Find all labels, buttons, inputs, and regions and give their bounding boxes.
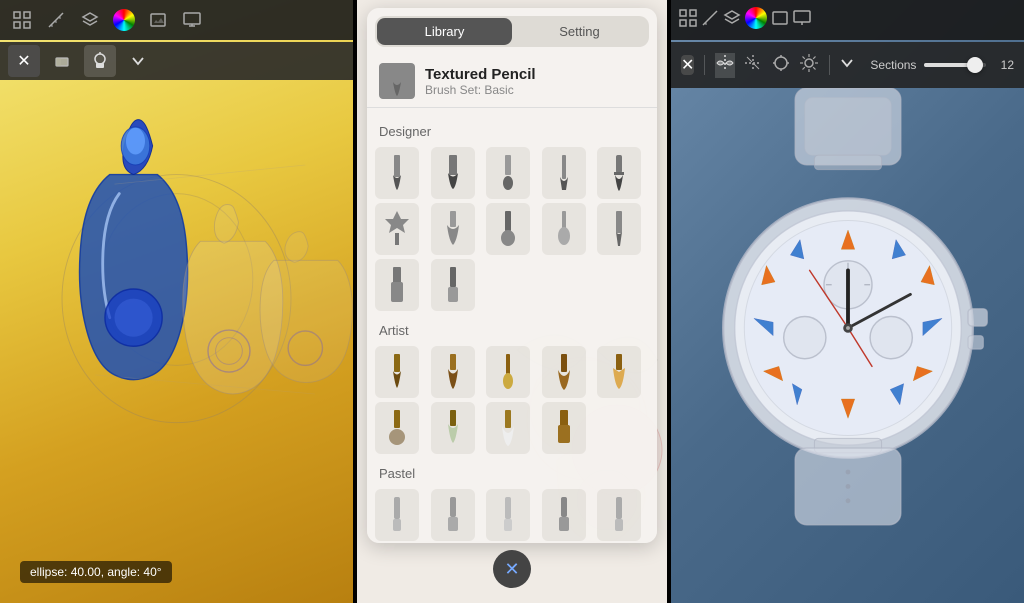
list-item[interactable]: [486, 346, 530, 398]
watch-illustration: [698, 88, 998, 568]
close-icon: ✕: [504, 559, 519, 580]
right-dropdown-icon[interactable]: [840, 56, 854, 75]
screen-icon[interactable]: [178, 6, 206, 34]
brush-list: Designer: [367, 108, 657, 543]
brush-panel: Library Setting Textured Pencil Brush Se…: [367, 8, 657, 543]
sections-label: Sections: [870, 58, 916, 72]
brush-preview: [379, 63, 415, 99]
list-item[interactable]: [542, 489, 586, 541]
left-panel: ✕ ellipse: 40.00, angle: 40°: [0, 0, 353, 603]
status-bar: ellipse: 40.00, angle: 40°: [20, 561, 172, 583]
colorwheel-icon[interactable]: [745, 7, 767, 34]
list-item[interactable]: [375, 203, 419, 255]
grid-icon[interactable]: [8, 6, 36, 34]
list-item[interactable]: [486, 203, 530, 255]
list-item[interactable]: [375, 489, 419, 541]
layers-icon[interactable]: [76, 6, 104, 34]
transform-icon[interactable]: [771, 53, 791, 78]
pastel-brushes: [367, 485, 657, 543]
right-panel: ✕: [671, 0, 1024, 603]
symmetry-icon[interactable]: [715, 53, 735, 78]
list-item[interactable]: [431, 147, 475, 199]
list-item[interactable]: [597, 203, 641, 255]
list-item[interactable]: [375, 402, 419, 454]
left-toolbar-secondary: ✕: [0, 42, 353, 80]
sections-slider-thumb[interactable]: [967, 57, 983, 73]
list-item[interactable]: [431, 346, 475, 398]
close-panel-button[interactable]: ✕: [493, 550, 531, 588]
brush-panel-tabs: Library Setting: [375, 16, 649, 47]
separator2: [829, 55, 830, 75]
middle-panel: Library Setting Textured Pencil Brush Se…: [357, 0, 667, 603]
symmetry2-icon[interactable]: [743, 53, 763, 78]
right-close-button[interactable]: ✕: [681, 55, 694, 75]
category-designer: Designer: [367, 116, 657, 143]
sections-slider[interactable]: [924, 63, 986, 67]
list-item[interactable]: [542, 402, 586, 454]
brush-name: Textured Pencil: [425, 66, 536, 83]
sunburst-icon[interactable]: [799, 53, 819, 78]
right-toolbar-top: [671, 0, 1024, 40]
ruler-icon[interactable]: [701, 9, 719, 32]
eraser-icon[interactable]: [46, 45, 78, 77]
list-item[interactable]: [542, 203, 586, 255]
list-item[interactable]: [542, 346, 586, 398]
sections-value: 12: [994, 58, 1014, 72]
screen-icon[interactable]: [793, 9, 811, 32]
left-toolbar-top: [0, 0, 353, 40]
list-item[interactable]: [486, 489, 530, 541]
category-pastel: Pastel: [367, 458, 657, 485]
category-artist: Artist: [367, 315, 657, 342]
list-item[interactable]: [597, 147, 641, 199]
separator: [704, 55, 705, 75]
drawing-canvas[interactable]: [0, 80, 353, 603]
sketch-artwork: [0, 80, 353, 603]
grid-icon[interactable]: [679, 9, 697, 32]
list-item[interactable]: [597, 346, 641, 398]
list-item[interactable]: [375, 147, 419, 199]
canvas-icon[interactable]: [771, 9, 789, 32]
list-item[interactable]: [375, 346, 419, 398]
stamp-icon[interactable]: [84, 45, 116, 77]
list-item[interactable]: [486, 402, 530, 454]
brush-info-row: Textured Pencil Brush Set: Basic: [367, 55, 657, 108]
tab-setting[interactable]: Setting: [512, 18, 647, 45]
watch-svg: [698, 88, 998, 568]
close-button[interactable]: ✕: [8, 45, 40, 77]
brush-set: Brush Set: Basic: [425, 83, 536, 97]
list-item[interactable]: [431, 203, 475, 255]
status-text: ellipse: 40.00, angle: 40°: [30, 565, 162, 579]
right-toolbar-secondary: ✕: [671, 42, 1024, 88]
list-item[interactable]: [542, 147, 586, 199]
list-item[interactable]: [375, 259, 419, 311]
layers-icon[interactable]: [723, 9, 741, 32]
list-item[interactable]: [431, 259, 475, 311]
list-item[interactable]: [597, 489, 641, 541]
colorwheel-icon[interactable]: [110, 6, 138, 34]
brush-name-area: Textured Pencil Brush Set: Basic: [425, 66, 536, 97]
designer-brushes: [367, 143, 657, 315]
artist-brushes: [367, 342, 657, 458]
ruler-icon[interactable]: [42, 6, 70, 34]
list-item[interactable]: [431, 489, 475, 541]
canvas-icon[interactable]: [144, 6, 172, 34]
dropdown-icon[interactable]: [122, 45, 154, 77]
tab-library[interactable]: Library: [377, 18, 512, 45]
list-item[interactable]: [431, 402, 475, 454]
list-item[interactable]: [486, 147, 530, 199]
